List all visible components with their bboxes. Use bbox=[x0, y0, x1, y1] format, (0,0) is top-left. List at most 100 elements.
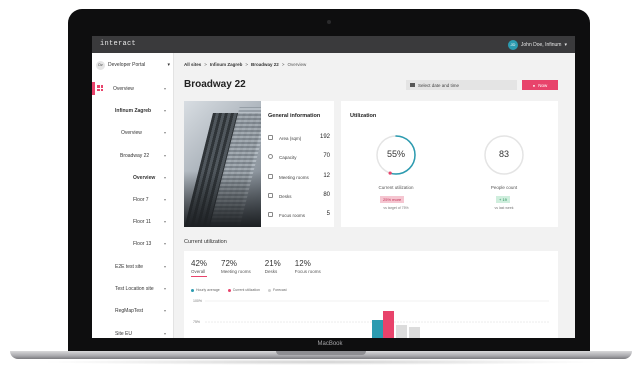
date-time-picker[interactable]: Select date and time bbox=[406, 80, 517, 90]
utilization-target-note: vs target of 75% bbox=[383, 206, 409, 210]
building-shadow bbox=[184, 171, 261, 227]
sidebar-item-floor-7[interactable]: Floor 7 ▾ bbox=[92, 196, 174, 206]
tab-meeting-rooms[interactable]: 72% Meeting rooms bbox=[221, 259, 251, 274]
legend-label: Current utilization bbox=[232, 288, 260, 292]
portal-label: Developer Portal bbox=[108, 62, 146, 68]
legend-item-hourly-average: Hourly average bbox=[191, 288, 220, 292]
breadcrumb-link-building[interactable]: Broadway 22 bbox=[251, 62, 279, 67]
breadcrumb-separator: > bbox=[204, 62, 207, 67]
sidebar-item-building-overview[interactable]: Overview ▾ bbox=[92, 174, 174, 184]
user-menu[interactable]: JD John Doe, Infinum ▾ bbox=[507, 39, 567, 50]
tab-label: Overall bbox=[191, 269, 206, 274]
current-utilization-title: Current utilization bbox=[184, 239, 227, 245]
chevron-down-icon: ▾ bbox=[163, 86, 166, 91]
utilization-card: Utilization 55% Current utilization 25% … bbox=[341, 101, 558, 227]
tab-percent: 42% bbox=[191, 259, 208, 268]
top-bar: interact JD John Doe, Infinum ▾ bbox=[92, 36, 575, 53]
general-information-title: General information bbox=[268, 113, 321, 119]
tab-desks[interactable]: 21% Desks bbox=[265, 259, 281, 274]
focus-room-icon bbox=[268, 212, 273, 217]
chevron-down-icon: ▾ bbox=[163, 219, 166, 224]
current-utilization-caption: Current utilization bbox=[378, 185, 414, 190]
app-screen: interact JD John Doe, Infinum ▾ Dv Devel… bbox=[92, 36, 575, 338]
now-button-label: Now bbox=[538, 82, 548, 88]
user-name: John Doe, Infinum bbox=[520, 41, 562, 48]
sidebar: Dv Developer Portal ▾ Overview ▾ Infinum… bbox=[92, 53, 174, 338]
general-information-card: General information Area (sqm) 192 Capac… bbox=[184, 101, 334, 227]
laptop-notch bbox=[276, 351, 366, 355]
legend-dot bbox=[191, 288, 194, 292]
legend-dot bbox=[267, 288, 271, 292]
laptop-shadow bbox=[40, 359, 602, 365]
meeting-room-icon bbox=[268, 174, 273, 179]
sidebar-item-site-eu[interactable]: Site EU ▾ bbox=[92, 330, 174, 338]
sidebar-item-floor-11[interactable]: Floor 11 ▾ bbox=[92, 218, 174, 228]
legend-dot bbox=[227, 288, 231, 292]
people-count-value: 83 bbox=[498, 149, 509, 159]
utilization-bar-chart: 100% 75% bbox=[193, 299, 549, 338]
breadcrumb-separator: > bbox=[281, 62, 285, 67]
utilization-delta-badge: 25% more bbox=[380, 196, 405, 203]
sidebar-item-label: Infinum Zagreb bbox=[115, 108, 152, 114]
chevron-down-icon: ▾ bbox=[163, 153, 166, 158]
breadcrumb-separator: > bbox=[245, 62, 249, 67]
chevron-down-icon: ▾ bbox=[163, 241, 166, 246]
sidebar-item-infinum-zagreb[interactable]: Infinum Zagreb ▾ bbox=[92, 107, 174, 117]
caret-down-icon: ▾ bbox=[564, 41, 567, 48]
tab-percent: 21% bbox=[264, 259, 281, 268]
sidebar-item-floor-13[interactable]: Floor 13 ▾ bbox=[92, 240, 174, 250]
legend-label: Hourly average bbox=[196, 288, 220, 292]
stage: interact JD John Doe, Infinum ▾ Dv Devel… bbox=[0, 0, 642, 372]
date-picker-placeholder: Select date and time bbox=[418, 82, 460, 88]
info-row-focus-rooms: Focus rooms 5 bbox=[268, 211, 330, 221]
sidebar-item-regmaptest[interactable]: RegMapTest ▾ bbox=[92, 307, 174, 317]
chevron-down-icon: ▾ bbox=[163, 108, 166, 113]
legend-label: Forecast bbox=[272, 288, 287, 292]
caret-down-icon: ▾ bbox=[167, 62, 170, 68]
utilization-title: Utilization bbox=[350, 113, 377, 119]
tab-label: Meeting rooms bbox=[221, 269, 251, 274]
legend-item-forecast: Forecast bbox=[267, 288, 287, 292]
breadcrumb-link-site[interactable]: Infinum Zagreb bbox=[210, 62, 243, 67]
current-utilization-card: 42% Overall 72% Meeting rooms 21% Desks … bbox=[184, 251, 558, 338]
sidebar-item-label: Broadway 22 bbox=[120, 153, 150, 159]
people-count-caption: People count bbox=[490, 185, 518, 190]
sidebar-item-test-location-site[interactable]: Test Location site ▾ bbox=[92, 285, 174, 295]
main-content: All sites > Infinum Zagreb > Broadway 22… bbox=[175, 53, 575, 338]
chevron-down-icon: ▾ bbox=[163, 175, 166, 180]
sidebar-item-label: Test Location site bbox=[115, 286, 154, 292]
desk-icon bbox=[268, 193, 273, 198]
chart-bar bbox=[383, 311, 394, 338]
sidebar-item-label: Floor 13 bbox=[133, 241, 152, 247]
people-delta-badge: + 19 bbox=[496, 196, 510, 203]
person-icon bbox=[268, 154, 273, 159]
building-photo bbox=[184, 101, 261, 227]
avatar: JD bbox=[507, 39, 518, 50]
info-label: Focus rooms bbox=[279, 213, 306, 218]
info-value: 80 bbox=[323, 192, 330, 198]
portal-selector[interactable]: Dv Developer Portal ▾ bbox=[96, 59, 170, 71]
info-value: 192 bbox=[319, 134, 330, 140]
sidebar-item-label: Overview bbox=[113, 86, 134, 92]
chevron-down-icon: ▾ bbox=[163, 286, 166, 291]
breadcrumb-link-all-sites[interactable]: All sites bbox=[184, 62, 201, 67]
sidebar-item-label: Overview bbox=[121, 130, 142, 136]
sidebar-item-label: Floor 11 bbox=[133, 219, 151, 225]
chart-bar bbox=[409, 327, 420, 338]
tab-overall[interactable]: 42% Overall bbox=[191, 259, 208, 277]
sidebar-item-e2e-test-site[interactable]: E2E test site ▾ bbox=[92, 263, 174, 273]
sidebar-item-site-overview[interactable]: Overview ▾ bbox=[92, 129, 174, 139]
chevron-down-icon: ▾ bbox=[163, 331, 166, 336]
ring-target-dot bbox=[388, 171, 392, 175]
info-label: Capacity bbox=[279, 155, 297, 160]
axis-tick-label: 75% bbox=[193, 320, 200, 324]
breadcrumb-current: Overview bbox=[287, 62, 307, 67]
axis-tick-label: 100% bbox=[193, 299, 202, 303]
sidebar-item-overview[interactable]: Overview ▾ bbox=[92, 85, 174, 95]
sidebar-item-broadway-22[interactable]: Broadway 22 ▾ bbox=[92, 152, 174, 162]
tab-focus-rooms[interactable]: 12% Focus rooms bbox=[295, 259, 321, 274]
area-icon bbox=[268, 135, 273, 140]
sidebar-item-label: Site EU bbox=[115, 331, 132, 337]
info-label: Area (sqm) bbox=[279, 136, 302, 141]
now-button[interactable]: ● Now bbox=[522, 80, 558, 90]
